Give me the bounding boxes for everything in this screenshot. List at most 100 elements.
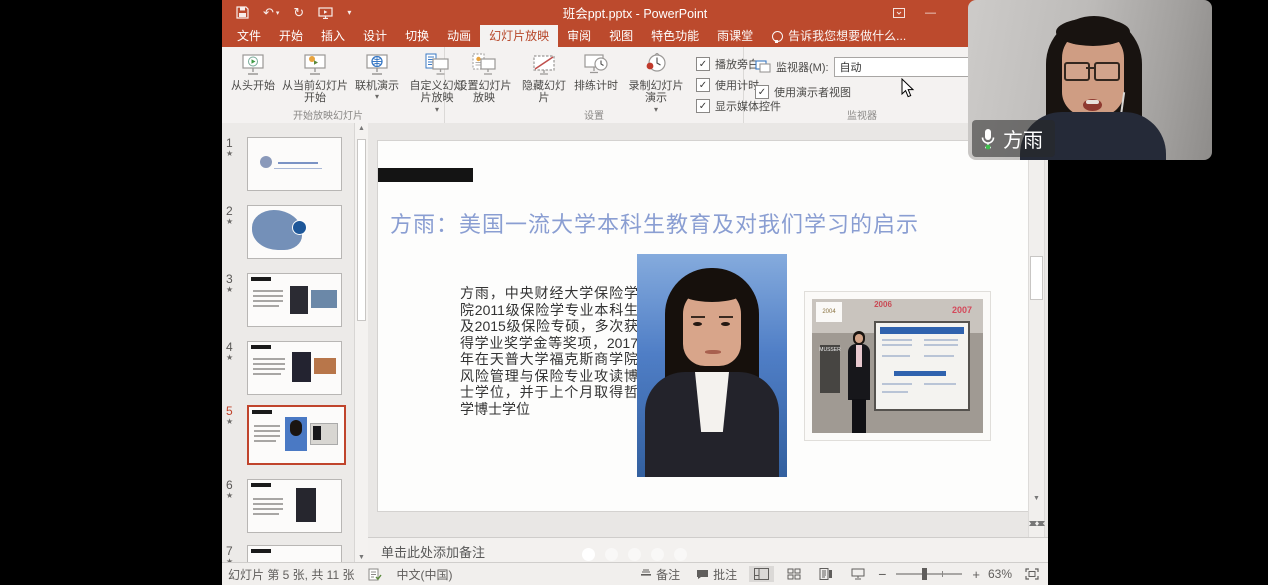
thumbnail-slide-5-selected[interactable]: 5★	[226, 405, 346, 465]
tab-view[interactable]: 视图	[600, 25, 642, 47]
zoom-out-button[interactable]: −	[878, 566, 886, 582]
tab-animations[interactable]: 动画	[438, 25, 480, 47]
tab-review[interactable]: 审阅	[558, 25, 600, 47]
present-online-label: 联机演示	[355, 80, 399, 92]
animation-star-icon: ★	[226, 286, 244, 295]
rehearse-timings-button[interactable]: 排练计时	[570, 51, 622, 94]
checkbox-checked-icon	[696, 57, 710, 71]
slide-number: 7	[226, 544, 233, 558]
save-icon[interactable]	[236, 6, 249, 19]
tab-file[interactable]: 文件	[228, 25, 270, 47]
scroll-down-arrow-icon[interactable]: ▼	[355, 554, 368, 561]
slide-editor-area: 方雨：美国一流大学本科生教育及对我们学习的启示 方雨，中央财经大学保险学院201…	[368, 123, 1048, 537]
status-bar: 幻灯片 第 5 张, 共 11 张 中文(中国) 备注 批注	[222, 562, 1048, 585]
comments-toggle-label: 批注	[713, 566, 737, 583]
setup-slideshow-label: 设置幻灯片放映	[453, 80, 515, 105]
hide-slide-icon	[531, 53, 557, 80]
redo-icon[interactable]: ↻	[293, 5, 304, 21]
hide-slide-label: 隐藏幻灯片	[521, 80, 567, 105]
animation-star-icon: ★	[226, 150, 244, 159]
thumbnail-scrollbar[interactable]: ▲ ▼	[354, 123, 368, 563]
monitor-icon	[755, 60, 771, 74]
portrait-photo[interactable]	[637, 254, 787, 477]
slide-title[interactable]: 方雨：美国一流大学本科生教育及对我们学习的启示	[390, 207, 1020, 239]
slide-sorter-view-button[interactable]	[782, 566, 806, 582]
from-beginning-label: 从头开始	[231, 80, 275, 92]
tab-insert[interactable]: 插入	[312, 25, 354, 47]
screen: ↶▾ ↻ ▾ 班会ppt.pptx - PowerPoint — 文件 开始 插…	[0, 0, 1268, 585]
notes-toggle-label: 备注	[656, 566, 680, 583]
notes-toggle-button[interactable]: 备注	[636, 565, 684, 584]
slide-body-text[interactable]: 方雨，中央财经大学保险学院2011级保险学专业本科生及2015级保险专硕，多次获…	[460, 285, 638, 417]
thumbnail-slide-1[interactable]: 1★	[226, 137, 342, 191]
monitor-label: 监视器(M):	[776, 59, 829, 75]
slide-position-indicator: 幻灯片 第 5 张, 共 11 张	[228, 566, 354, 583]
tab-slideshow[interactable]: 幻灯片放映	[480, 25, 558, 47]
checkbox-checked-icon	[755, 85, 769, 99]
slideshow-view-button[interactable]	[846, 566, 870, 582]
rehearse-timings-label: 排练计时	[574, 80, 618, 92]
zoom-percentage[interactable]: 63%	[988, 567, 1012, 581]
setup-slideshow-button[interactable]: 设置幻灯片放映	[450, 51, 518, 107]
comments-toggle-button[interactable]: 批注	[692, 565, 741, 584]
start-slideshow-icon[interactable]	[318, 7, 333, 19]
group-monitors-label: 监视器	[744, 107, 980, 122]
poster-photo[interactable]: 2004 2006 2007 MUSSER	[805, 292, 990, 440]
from-current-slide-icon	[302, 53, 328, 80]
language-indicator[interactable]: 中文(中国)	[396, 566, 452, 583]
presenter-view-label: 使用演示者视图	[774, 84, 851, 100]
present-online-icon	[364, 53, 390, 80]
normal-view-button[interactable]	[749, 566, 774, 582]
scroll-down-arrow-icon[interactable]: ▼	[1029, 495, 1044, 502]
fit-to-window-button[interactable]	[1020, 566, 1044, 582]
tab-rain-classroom[interactable]: 雨课堂	[708, 25, 762, 47]
reading-view-button[interactable]	[814, 566, 838, 582]
thumbnail-slide-4[interactable]: 4★	[226, 341, 342, 395]
thumbnail-slide-7[interactable]: 7★	[226, 545, 342, 563]
customize-qat-icon[interactable]: ▾	[347, 8, 351, 17]
animation-star-icon: ★	[226, 418, 244, 427]
spell-check-icon[interactable]	[368, 568, 382, 581]
tab-transitions[interactable]: 切换	[396, 25, 438, 47]
undo-icon[interactable]: ↶▾	[263, 5, 279, 21]
zoom-in-button[interactable]: +	[972, 567, 980, 582]
slide-canvas[interactable]: 方雨：美国一流大学本科生教育及对我们学习的启示 方雨，中央财经大学保险学院201…	[378, 141, 1028, 511]
notes-pane[interactable]: 单击此处添加备注	[368, 537, 1048, 564]
ribbon-display-options-icon[interactable]	[893, 8, 905, 18]
hide-slide-button[interactable]: 隐藏幻灯片	[518, 51, 570, 107]
slide-scrollbar[interactable]: ▲ ▼	[1028, 125, 1045, 553]
slide-scrollbar-thumb[interactable]	[1030, 256, 1043, 300]
from-current-slide-button[interactable]: 从当前幻灯片开始	[279, 51, 351, 107]
page-indicator-dots	[582, 548, 687, 561]
animation-star-icon: ★	[226, 218, 244, 227]
webcam-video-overlay[interactable]: 方雨	[968, 0, 1212, 160]
tab-design[interactable]: 设计	[354, 25, 396, 47]
from-beginning-button[interactable]: 从头开始	[227, 51, 279, 94]
thumbnail-slide-6[interactable]: 6★	[226, 479, 342, 533]
zoom-slider[interactable]	[896, 573, 962, 575]
tab-special-features[interactable]: 特色功能	[642, 25, 708, 47]
record-slideshow-label: 录制幻灯片演示	[625, 80, 687, 105]
group-monitors: 监视器(M): 自动 ▾ 使用演示者视图 监视器	[744, 47, 981, 123]
tab-home[interactable]: 开始	[270, 25, 312, 47]
minimize-button[interactable]: —	[925, 7, 936, 19]
powerpoint-window: ↶▾ ↻ ▾ 班会ppt.pptx - PowerPoint — 文件 开始 插…	[222, 0, 1048, 585]
title-bar: ↶▾ ↻ ▾ 班会ppt.pptx - PowerPoint —	[222, 0, 1048, 25]
comment-icon	[696, 569, 709, 580]
tell-me-label: 告诉我您想要做什么...	[788, 25, 906, 47]
group-start-slideshow-label: 开始放映幻灯片	[222, 107, 434, 122]
zoom-slider-thumb[interactable]	[922, 568, 927, 580]
previous-slide-button[interactable]	[1029, 504, 1044, 522]
participant-name-tag: 方雨	[972, 120, 1055, 157]
tell-me-box[interactable]: 告诉我您想要做什么...	[762, 25, 916, 47]
scroll-up-arrow-icon[interactable]: ▲	[355, 125, 368, 132]
poster-musser-label: MUSSER	[820, 345, 840, 393]
thumbnail-slide-2[interactable]: 2★	[226, 205, 342, 259]
thumbnail-slide-3[interactable]: 3★	[226, 273, 342, 327]
checkbox-checked-icon	[696, 78, 710, 92]
present-online-button[interactable]: 联机演示 ▾	[351, 51, 403, 104]
from-current-slide-label: 从当前幻灯片开始	[282, 80, 348, 105]
thumbnail-scrollbar-thumb[interactable]	[357, 139, 366, 321]
presenter-view-checkbox[interactable]: 使用演示者视图	[755, 84, 992, 100]
ribbon-tab-row: 文件 开始 插入 设计 切换 动画 幻灯片放映 审阅 视图 特色功能 雨课堂 告…	[222, 25, 1048, 47]
